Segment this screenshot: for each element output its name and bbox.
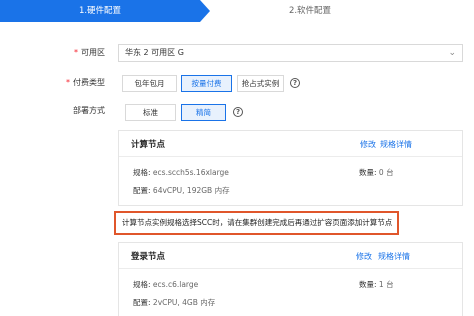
zone-label: * 可用区 xyxy=(74,48,105,57)
compute-qty: 数量: 0 台 xyxy=(359,168,394,177)
zone-select-value: 华东 2 可用区 G xyxy=(125,48,184,57)
billing-option-preemptible[interactable]: 抢占式实例 xyxy=(237,75,284,92)
deploy-option-standard[interactable]: 标准 xyxy=(125,104,176,121)
deploy-option-lite[interactable]: 精简 xyxy=(181,104,226,121)
login-node-header: 登录节点 修改 规格详情 xyxy=(119,243,462,269)
compute-node-header: 计算节点 修改 规格详情 xyxy=(119,131,462,157)
login-edit-link[interactable]: 修改 xyxy=(356,251,372,262)
tab-software-config[interactable]: 2.软件配置 xyxy=(210,0,410,22)
billing-option-subscription[interactable]: 包年包月 xyxy=(122,75,177,92)
login-qty: 数量: 1 台 xyxy=(359,280,394,289)
compute-spec: 规格: ecs.scch5s.16xlarge xyxy=(133,168,229,177)
help-icon[interactable]: ? xyxy=(290,78,300,88)
scc-notice: 计算节点实例规格选择SCC时，请在集群创建完成后再通过扩容页面添加计算节点 xyxy=(114,211,399,235)
compute-node-card: 计算节点 修改 规格详情 规格: ecs.scch5s.16xlarge 数量:… xyxy=(118,130,463,206)
login-spec: 规格: ecs.c6.large xyxy=(133,280,199,289)
billing-option-pay-as-you-go[interactable]: 按量付费 xyxy=(181,75,232,92)
compute-spec-details-link[interactable]: 规格详情 xyxy=(380,139,412,150)
compute-node-title: 计算节点 xyxy=(131,140,166,150)
login-config: 配置: 2vCPU, 4GB 内存 xyxy=(133,298,216,307)
billing-label: * 付费类型 xyxy=(66,78,105,87)
zone-select[interactable]: 华东 2 可用区 G ⌄ xyxy=(118,44,463,62)
chevron-down-icon: ⌄ xyxy=(448,48,456,58)
login-node-card: 登录节点 修改 规格详情 规格: ecs.c6.large 数量: 1 台 配置… xyxy=(118,242,463,316)
login-spec-details-link[interactable]: 规格详情 xyxy=(378,251,410,262)
deploy-label: 部署方式 xyxy=(73,106,105,115)
help-icon[interactable]: ? xyxy=(233,107,243,117)
compute-config: 配置: 64vCPU, 192GB 内存 xyxy=(133,186,230,195)
tab-hardware-config[interactable]: 1.硬件配置 xyxy=(0,0,210,22)
login-node-title: 登录节点 xyxy=(131,252,166,262)
compute-edit-link[interactable]: 修改 xyxy=(360,139,376,150)
